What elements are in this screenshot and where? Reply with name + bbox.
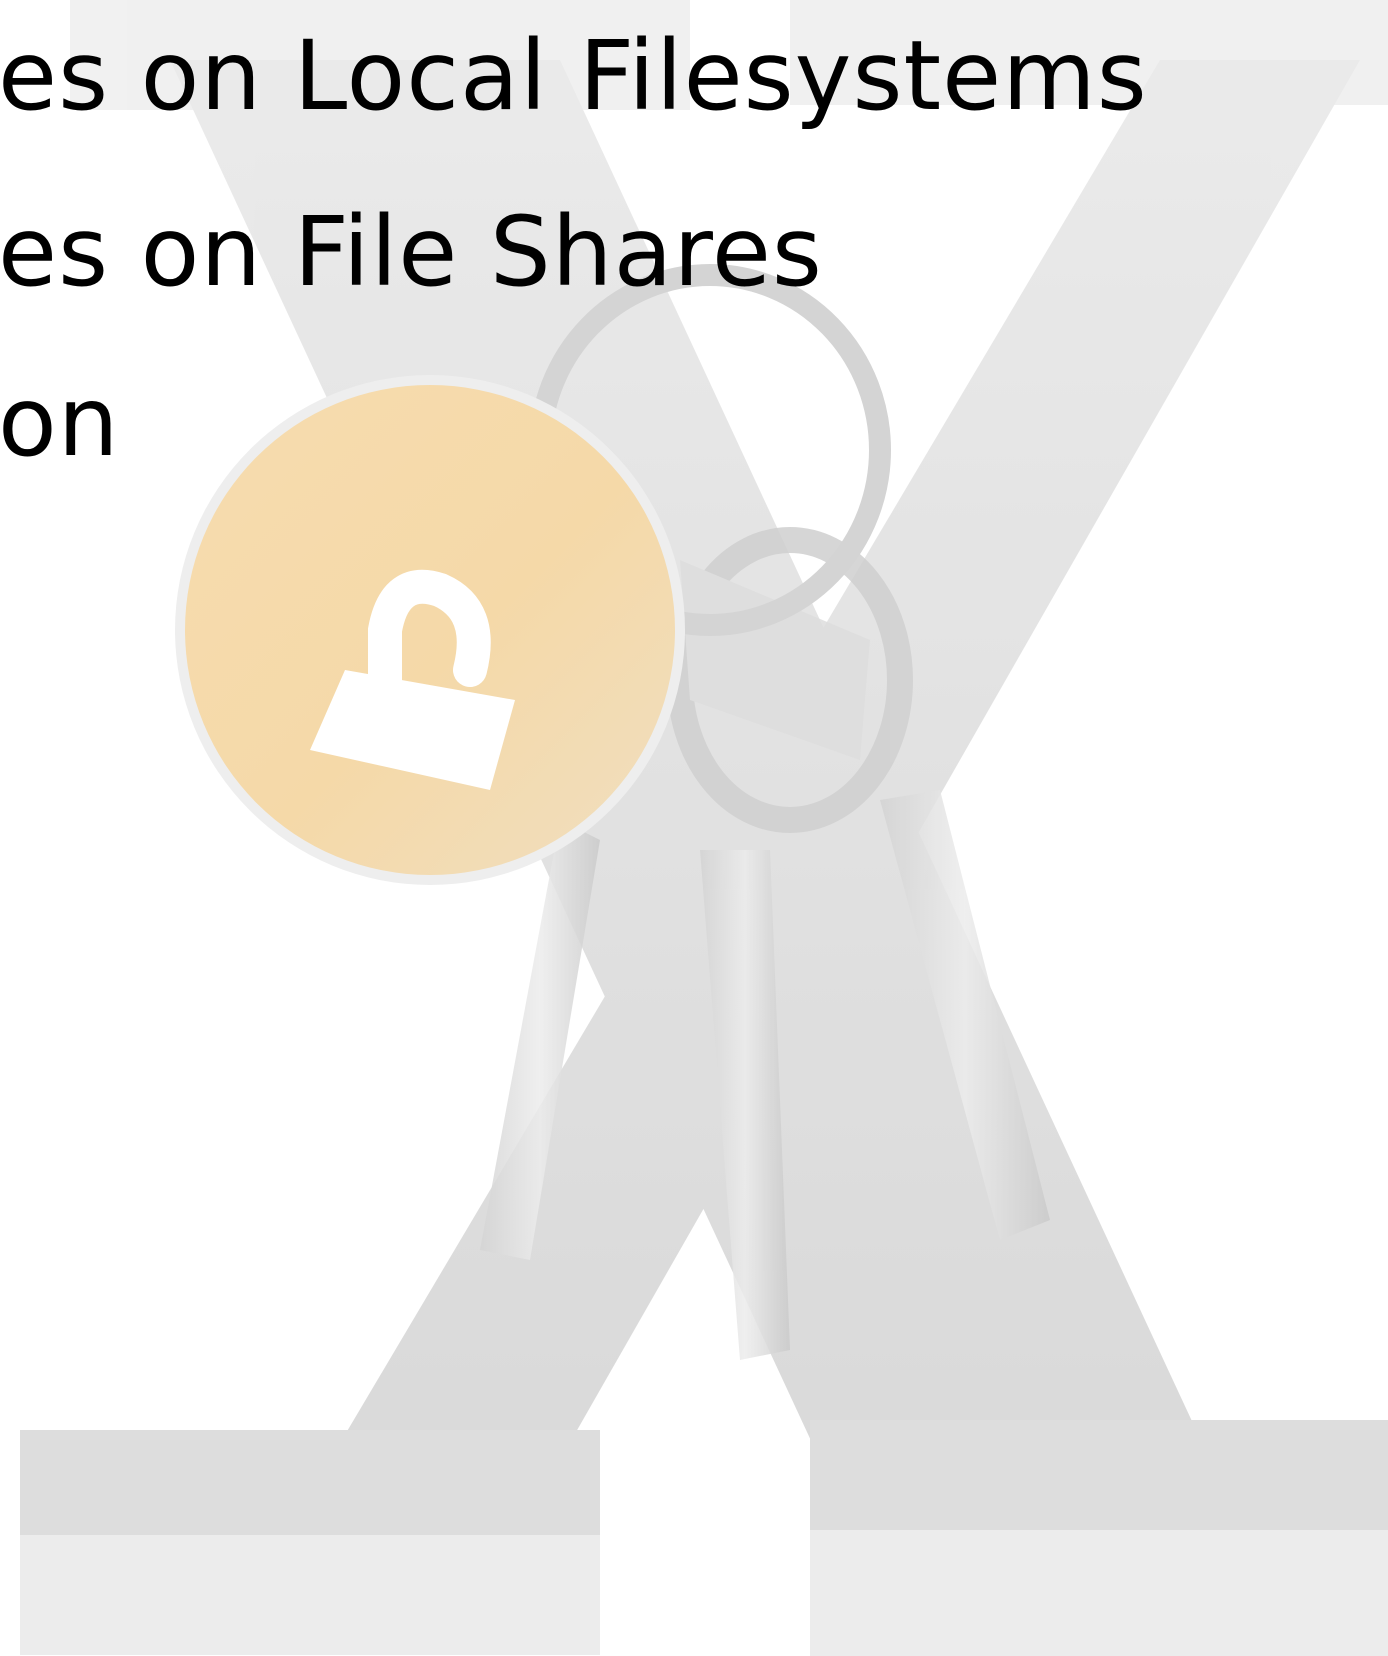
keychain-icon (175, 375, 685, 885)
slide-text-line-partial: on (0, 366, 120, 478)
slide-text-line-file-shares: es on File Shares (0, 196, 823, 308)
presentation-slide: es on Local Filesystems es on File Share… (0, 0, 1388, 1656)
slide-text-line-local-filesystems: es on Local Filesystems (0, 20, 1148, 132)
